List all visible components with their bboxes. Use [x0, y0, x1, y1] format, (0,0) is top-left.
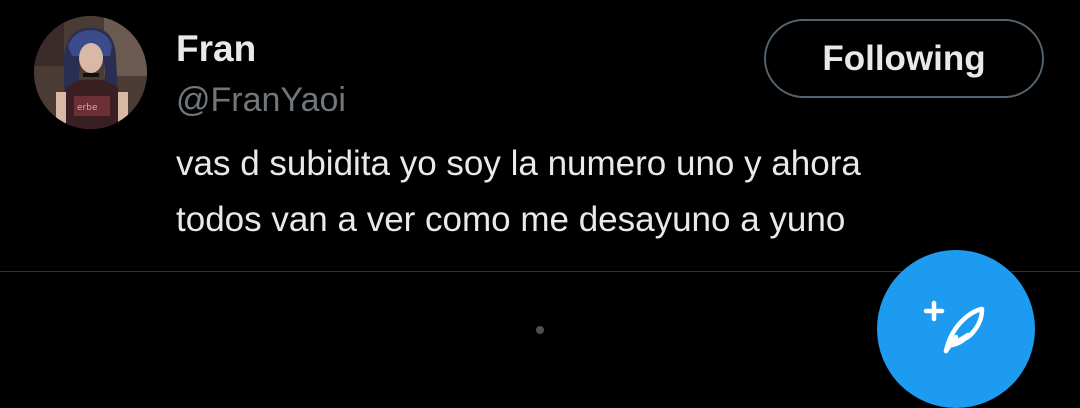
loading-indicator — [536, 326, 544, 334]
avatar[interactable]: erbe — [34, 16, 147, 129]
tweet-text-line: todos van a ver como me desayuno a yuno — [176, 200, 846, 239]
display-name[interactable]: Fran — [176, 27, 256, 71]
svg-text:erbe: erbe — [77, 103, 98, 113]
tweet-text-line: vas d subidita yo soy la numero uno y ah… — [176, 144, 861, 183]
avatar-photo: erbe — [34, 16, 147, 129]
following-button[interactable]: Following — [764, 19, 1044, 98]
user-handle[interactable]: @FranYaoi — [176, 78, 346, 122]
tweet-text: vas d subidita yo soy la numero uno y ah… — [176, 136, 1056, 248]
compose-feather-plus-icon — [923, 300, 985, 354]
compose-button[interactable] — [877, 250, 1035, 408]
tweet-header: erbe Fran @FranYaoi Following vas d subi… — [0, 0, 1080, 272]
